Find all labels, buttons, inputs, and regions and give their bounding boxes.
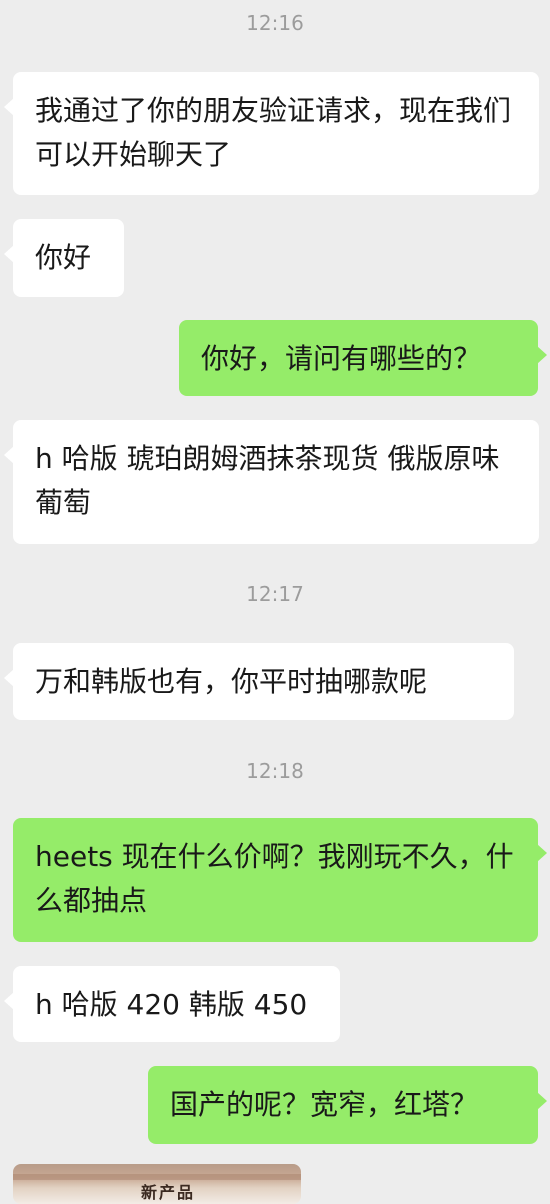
incoming-message[interactable]: 你好 [4, 219, 124, 297]
image-caption: 新产品 [141, 1183, 196, 1202]
timestamp: 12:18 [246, 759, 304, 783]
outgoing-message[interactable]: 国产的呢？宽窄，红塔？ [148, 1066, 547, 1144]
incoming-message[interactable]: h 哈版 琥珀朗姆酒抹茶现货 俄版原味葡萄 [4, 420, 539, 544]
image-message[interactable]: 新产品 [13, 1164, 301, 1204]
incoming-message[interactable]: 万和韩版也有，你平时抽哪款呢 [4, 643, 514, 720]
chat-message-list[interactable]: 12:16 我通过了你的朋友验证请求，现在我们可以开始聊天了 你好 你好，请问有… [0, 0, 550, 1204]
timestamp: 12:16 [246, 11, 304, 35]
outgoing-message[interactable]: 你好，请问有哪些的？ [179, 320, 547, 396]
incoming-message[interactable]: h 哈版 420 韩版 450 [4, 966, 340, 1042]
outgoing-message[interactable]: heets 现在什么价啊？我刚玩不久，什么都抽点 [13, 818, 547, 942]
incoming-message[interactable]: 我通过了你的朋友验证请求，现在我们可以开始聊天了 [4, 72, 539, 195]
timestamp: 12:17 [246, 582, 304, 606]
